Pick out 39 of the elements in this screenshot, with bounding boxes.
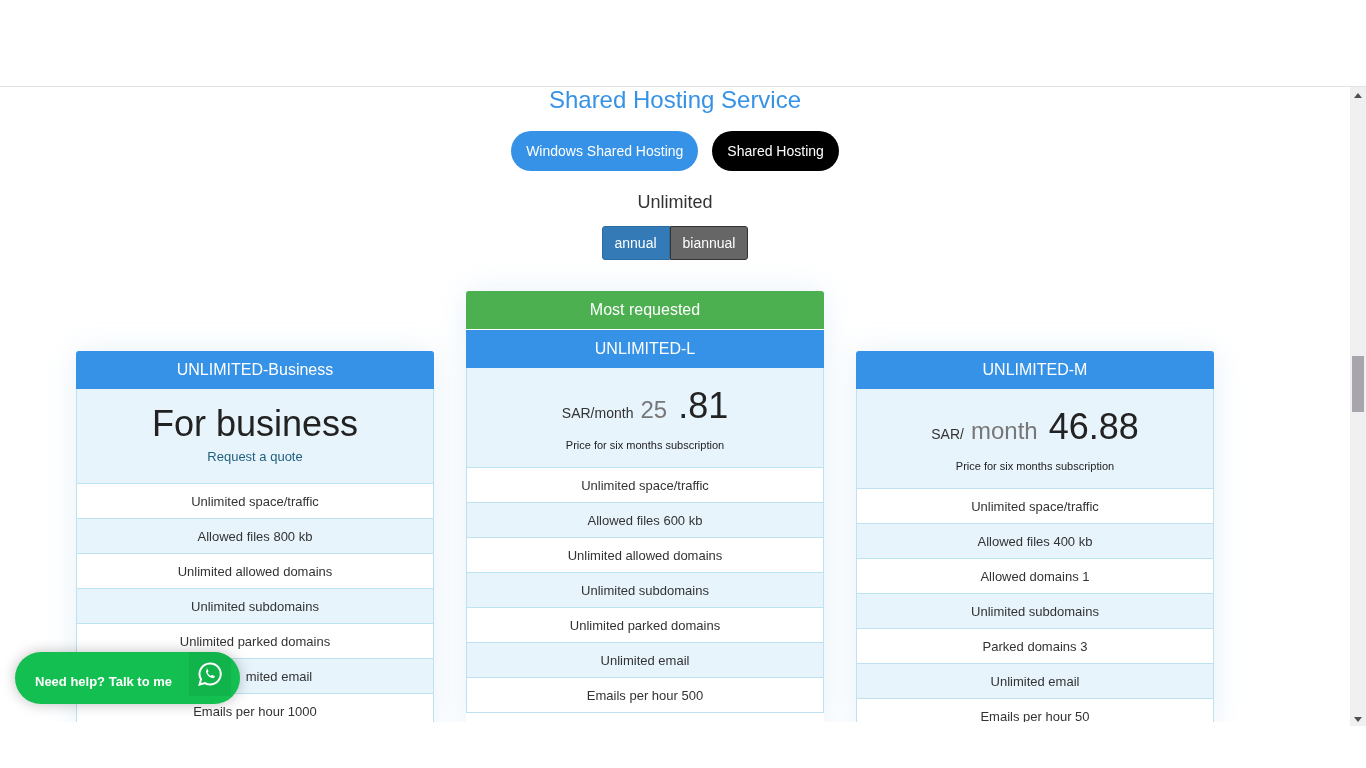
price-caption: Price for six months subscription [955, 459, 1115, 472]
plan-name: UNLIMITED-L [466, 330, 824, 368]
feature-row: Unlimited email [856, 664, 1214, 699]
feature-row: Unlimited subdomains [466, 573, 824, 608]
feature-row: Unlimited email [466, 643, 824, 678]
price-amount: month [970, 416, 1038, 445]
feature-row: Unlimited allowed domains [466, 538, 824, 573]
plan-group-label: Unlimited [637, 191, 713, 213]
feature-row: Unlimited allowed domains [76, 554, 434, 589]
chat-phone-icon [197, 661, 223, 687]
section-title: Shared Hosting Service [548, 87, 802, 113]
billing-option[interactable]: annual [601, 226, 670, 260]
feature-row: Allowed files 600 kb [466, 503, 824, 538]
feature-row: Unlimited space/traffic [466, 468, 824, 503]
billing-option[interactable]: biannual [669, 226, 749, 260]
feature-row: Emails per hour 500 [466, 678, 824, 713]
hosting-tab[interactable]: Shared Hosting [712, 131, 839, 171]
feature-row: Unlimited subdomains [856, 594, 1214, 629]
hosting-tab[interactable]: Windows Shared Hosting [511, 131, 699, 171]
feature-row: Unlimited space/traffic [856, 489, 1214, 524]
request-quote-link[interactable]: Request a quote [207, 449, 303, 464]
price-unit: SAR/ [931, 425, 964, 442]
price-headline: For business [151, 403, 359, 445]
feature-row: Parked domains 3 [856, 629, 1214, 664]
feature-row: Allowed files 400 kb [856, 524, 1214, 559]
price-unit: SAR/month [561, 404, 634, 421]
feature-row: Allowed files 800 kb [76, 519, 434, 554]
feature-row: Unlimited subdomains [76, 589, 434, 624]
feature-row: Unlimited space/traffic [76, 484, 434, 519]
plan-name: UNLIMITED-M [856, 351, 1214, 389]
price-amount: 46.88 [1048, 405, 1139, 448]
feature-row: Unlimited parked domains [466, 608, 824, 643]
feature-row: Allowed domains 1 [856, 559, 1214, 594]
price-amount: 25 [640, 395, 668, 424]
most-requested-badge: Most requested [466, 291, 824, 329]
price-amount: .81 [678, 384, 729, 427]
scrollbar[interactable] [1350, 87, 1366, 726]
plan-name: UNLIMITED-Business [76, 351, 434, 389]
price-caption: Price for six months subscription [565, 438, 725, 451]
